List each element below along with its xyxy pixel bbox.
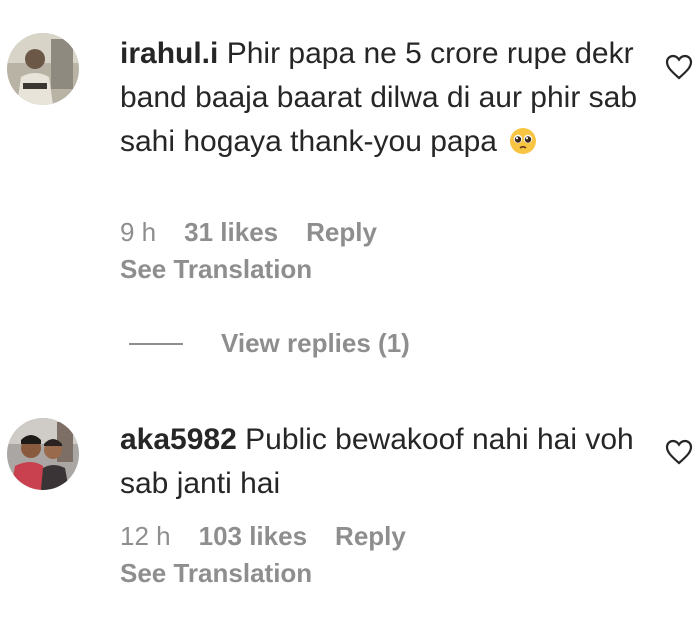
divider-line: [129, 342, 183, 345]
comment-text: irahul.i Phir papa ne 5 crore rupe dekr …: [120, 32, 640, 168]
comment-text: aka5982 Public bewakoof nahi hai voh sab…: [120, 418, 640, 506]
comment-likes[interactable]: 31 likes: [184, 217, 278, 248]
pleading-face-icon: [509, 124, 537, 168]
comment-username[interactable]: aka5982: [120, 423, 237, 456]
reply-button[interactable]: Reply: [335, 521, 406, 552]
avatar[interactable]: [7, 418, 79, 490]
comment-time: 9 h: [120, 217, 157, 247]
comment-time: 12 h: [120, 521, 171, 551]
see-translation-button[interactable]: See Translation: [120, 558, 312, 589]
like-heart-icon[interactable]: [665, 54, 693, 80]
reply-button[interactable]: Reply: [306, 217, 377, 248]
view-replies-button[interactable]: View replies (1): [129, 328, 410, 359]
comment-username[interactable]: irahul.i: [120, 37, 218, 70]
see-translation-button[interactable]: See Translation: [120, 254, 312, 285]
comment-meta: 12 h 103 likes Reply: [120, 521, 406, 552]
like-heart-icon[interactable]: [665, 439, 693, 465]
view-replies-label: View replies (1): [221, 328, 410, 358]
comment-meta: 9 h 31 likes Reply: [120, 217, 377, 248]
avatar[interactable]: [7, 33, 79, 105]
comment-likes[interactable]: 103 likes: [199, 521, 307, 552]
